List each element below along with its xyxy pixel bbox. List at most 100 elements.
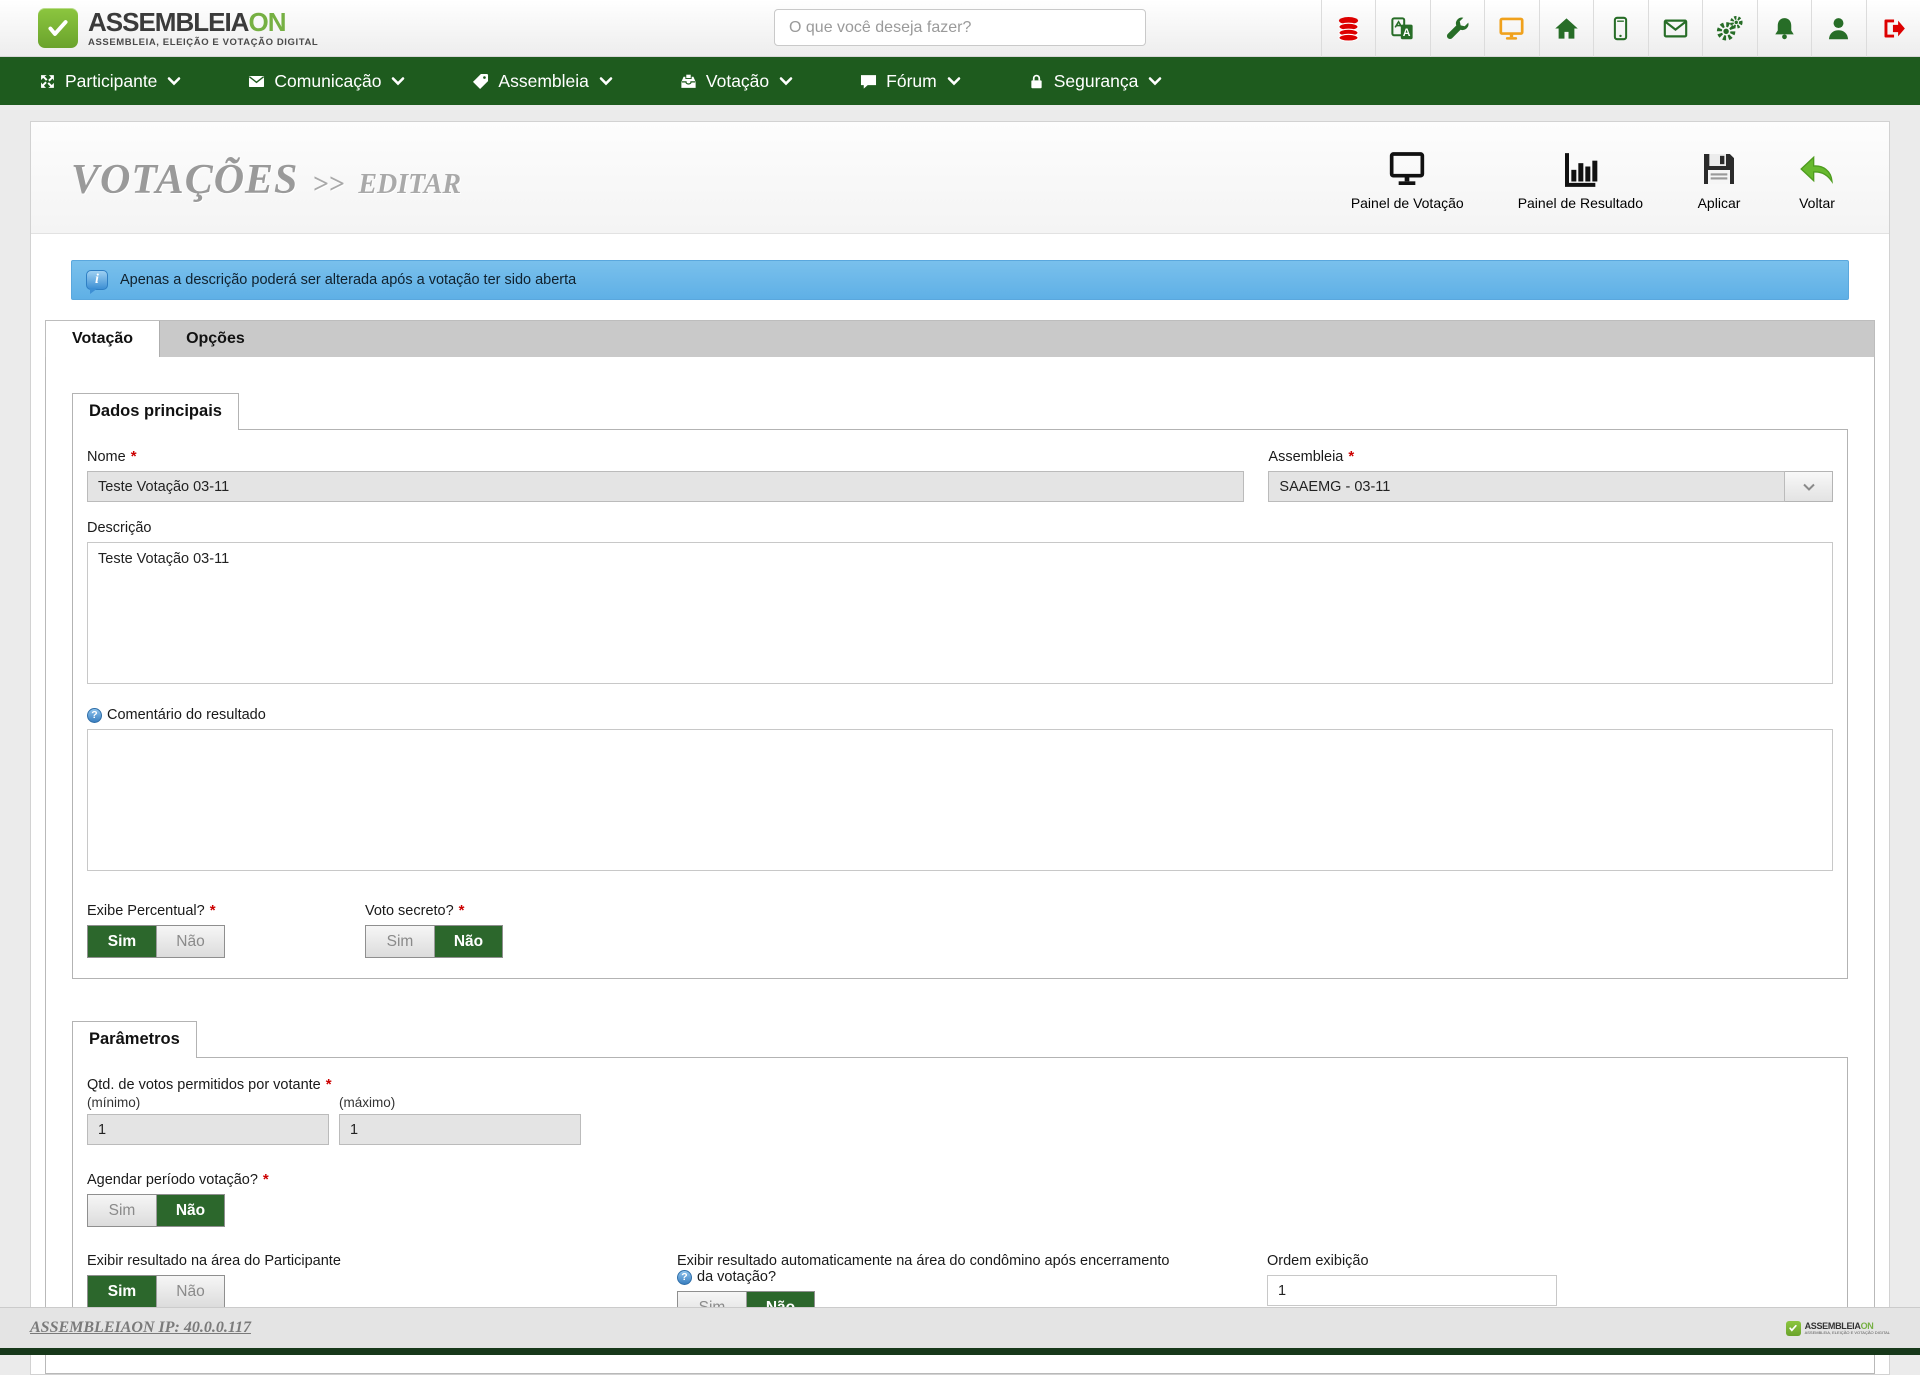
monitor-icon[interactable]: [1484, 0, 1539, 57]
nav-label: Votação: [706, 71, 769, 92]
bottom-bar: [0, 1348, 1920, 1355]
gears-icon[interactable]: [1702, 0, 1757, 57]
qtd-votos-group: Qtd. de votos permitidos por votante * (…: [87, 1076, 1833, 1145]
painel-resultado-button[interactable]: Aplicar Painel de Resultado: [1518, 149, 1643, 211]
dados-principais-section: Dados principais Nome * Assembleia: [72, 429, 1848, 979]
translate-icon[interactable]: A: [1375, 0, 1430, 57]
ordem-exibicao-label: Ordem exibição: [1267, 1253, 1369, 1269]
nav-item-participante[interactable]: Participante: [38, 71, 181, 92]
tab-votacao[interactable]: Votação: [46, 321, 160, 357]
help-icon[interactable]: ?: [677, 1270, 692, 1285]
footer-ip-link[interactable]: ASSEMBLEIAON IP: 40.0.0.117: [30, 1319, 251, 1337]
agendar-periodo-label: Agendar período votação?: [87, 1172, 258, 1188]
exibe-percentual-nao-button[interactable]: Não: [156, 926, 224, 957]
voto-secreto-sim-button[interactable]: Sim: [366, 926, 434, 957]
home-icon[interactable]: [1539, 0, 1594, 57]
nav-label: Comunicação: [274, 71, 381, 92]
nav-item-seguranca[interactable]: Segurança: [1027, 71, 1163, 92]
user-icon[interactable]: [1811, 0, 1866, 57]
database-icon[interactable]: [1321, 0, 1376, 57]
speech-bubble-icon: [859, 72, 878, 91]
page-title: VOTAÇÕES: [71, 156, 298, 204]
required-marker: *: [326, 1076, 332, 1093]
page-footer: ASSEMBLEIAON IP: 40.0.0.117 ASSEMBLEIAON…: [0, 1307, 1920, 1348]
exibir-resultado-sim-button[interactable]: Sim: [88, 1276, 156, 1307]
painel-votacao-button[interactable]: Painel de Votação: [1351, 149, 1464, 211]
action-toolbar: Painel de Votação Aplicar Painel de Resu…: [1351, 149, 1849, 211]
descricao-label: Descrição: [87, 520, 151, 536]
tab-content-votacao: Dados principais Nome * Assembleia: [45, 357, 1875, 1374]
top-header: ASSEMBLEIAON ASSEMBLEIA, ELEIÇÃO E VOTAÇ…: [0, 0, 1920, 57]
agendar-periodo-toggle: Sim Não: [87, 1194, 225, 1227]
maximo-input[interactable]: [339, 1114, 581, 1145]
tab-zone: Votação Opções Dados principais Nome *: [45, 320, 1875, 1374]
page-body: VOTAÇÕES >> EDITAR Painel de Votação Apl…: [0, 105, 1920, 1375]
page-subtitle: EDITAR: [358, 169, 461, 201]
comentario-textarea[interactable]: [87, 729, 1833, 871]
mail-icon[interactable]: [1648, 0, 1703, 57]
comentario-field-group: ? Comentário do resultado: [87, 707, 1833, 876]
mobile-icon[interactable]: [1593, 0, 1648, 57]
brand-logo[interactable]: ASSEMBLEIAON ASSEMBLEIA, ELEIÇÃO E VOTAÇ…: [0, 8, 420, 48]
exibir-resultado-label: Exibir resultado na área do Participante: [87, 1253, 341, 1269]
info-banner: i Apenas a descrição poderá ser alterada…: [71, 260, 1849, 300]
wrench-icon[interactable]: [1430, 0, 1485, 57]
action-label: Voltar: [1799, 195, 1835, 211]
exibe-percentual-label: Exibe Percentual?: [87, 903, 205, 919]
tab-opcoes[interactable]: Opções: [160, 321, 271, 357]
voto-secreto-nao-button[interactable]: Não: [434, 926, 502, 957]
parametros-legend: Parâmetros: [72, 1021, 197, 1058]
voto-secreto-label: Voto secreto?: [365, 903, 454, 919]
chevron-down-icon: [1148, 74, 1162, 88]
assembleia-value[interactable]: [1268, 471, 1785, 502]
aplicar-button[interactable]: Aplicar: [1697, 149, 1741, 211]
required-marker: *: [131, 448, 137, 465]
descricao-textarea[interactable]: Teste Votação 03-11: [87, 542, 1833, 684]
nome-input[interactable]: [87, 471, 1244, 502]
nav-item-comunicacao[interactable]: Comunicação: [247, 71, 405, 92]
svg-text:A: A: [1403, 27, 1411, 39]
ballot-box-icon: [679, 72, 698, 91]
help-icon[interactable]: ?: [87, 708, 102, 723]
exibe-percentual-sim-button[interactable]: Sim: [88, 926, 156, 957]
minimo-field: (mínimo): [87, 1095, 329, 1145]
maximo-label: (máximo): [339, 1095, 581, 1110]
checkmark-logo-icon: [38, 8, 78, 48]
tab-strip: Votação Opções: [45, 320, 1875, 357]
minimo-label: (mínimo): [87, 1095, 329, 1110]
participants-grid-icon: [38, 72, 57, 91]
voto-secreto-toggle: Sim Não: [365, 925, 503, 958]
nav-item-forum[interactable]: Fórum: [859, 71, 961, 92]
page-title-row: VOTAÇÕES >> EDITAR Painel de Votação Apl…: [31, 122, 1889, 234]
parametros-section: Parâmetros Qtd. de votos permitidos por …: [72, 1057, 1848, 1345]
ordem-exibicao-input[interactable]: [1267, 1275, 1557, 1306]
nav-label: Fórum: [886, 71, 937, 92]
logout-icon[interactable]: [1866, 0, 1920, 57]
assembleia-label: Assembleia: [1268, 449, 1343, 465]
nome-field-group: Nome *: [87, 448, 1244, 502]
floppy-disk-icon: [1697, 149, 1741, 189]
footer-brand-text: ASSEMBLEIAON ASSEMBLEIA, ELEIÇÃO E VOTAÇ…: [1805, 1322, 1890, 1335]
header-icon-bar: A: [1321, 0, 1920, 57]
assembleia-dropdown-button[interactable]: [1785, 471, 1833, 502]
nav-item-assembleia[interactable]: Assembleia: [471, 71, 612, 92]
qtd-votos-label: Qtd. de votos permitidos por votante: [87, 1077, 321, 1093]
breadcrumb-separator: >>: [312, 169, 344, 201]
checkmark-logo-icon: [1786, 1321, 1801, 1336]
exibe-percentual-group: Exibe Percentual? * Sim Não: [87, 902, 225, 958]
nav-item-votacao[interactable]: Votação: [679, 71, 793, 92]
exibir-resultado-nao-button[interactable]: Não: [156, 1276, 224, 1307]
minimo-input[interactable]: [87, 1114, 329, 1145]
assembleia-select[interactable]: [1268, 471, 1833, 502]
content-panel: VOTAÇÕES >> EDITAR Painel de Votação Apl…: [30, 121, 1890, 1375]
action-label: Aplicar: [1698, 195, 1741, 211]
footer-brand-tagline: ASSEMBLEIA, ELEIÇÃO E VOTAÇÃO DIGITAL: [1805, 1331, 1890, 1335]
agendar-sim-button[interactable]: Sim: [88, 1195, 156, 1226]
global-search: [774, 9, 1146, 46]
bell-icon[interactable]: [1757, 0, 1812, 57]
brand-text: ASSEMBLEIAON ASSEMBLEIA, ELEIÇÃO E VOTAÇ…: [88, 9, 318, 48]
agendar-nao-button[interactable]: Não: [156, 1195, 224, 1226]
voltar-button[interactable]: Voltar: [1795, 149, 1839, 211]
info-banner-text: Apenas a descrição poderá ser alterada a…: [120, 272, 576, 288]
search-input[interactable]: [774, 9, 1146, 46]
